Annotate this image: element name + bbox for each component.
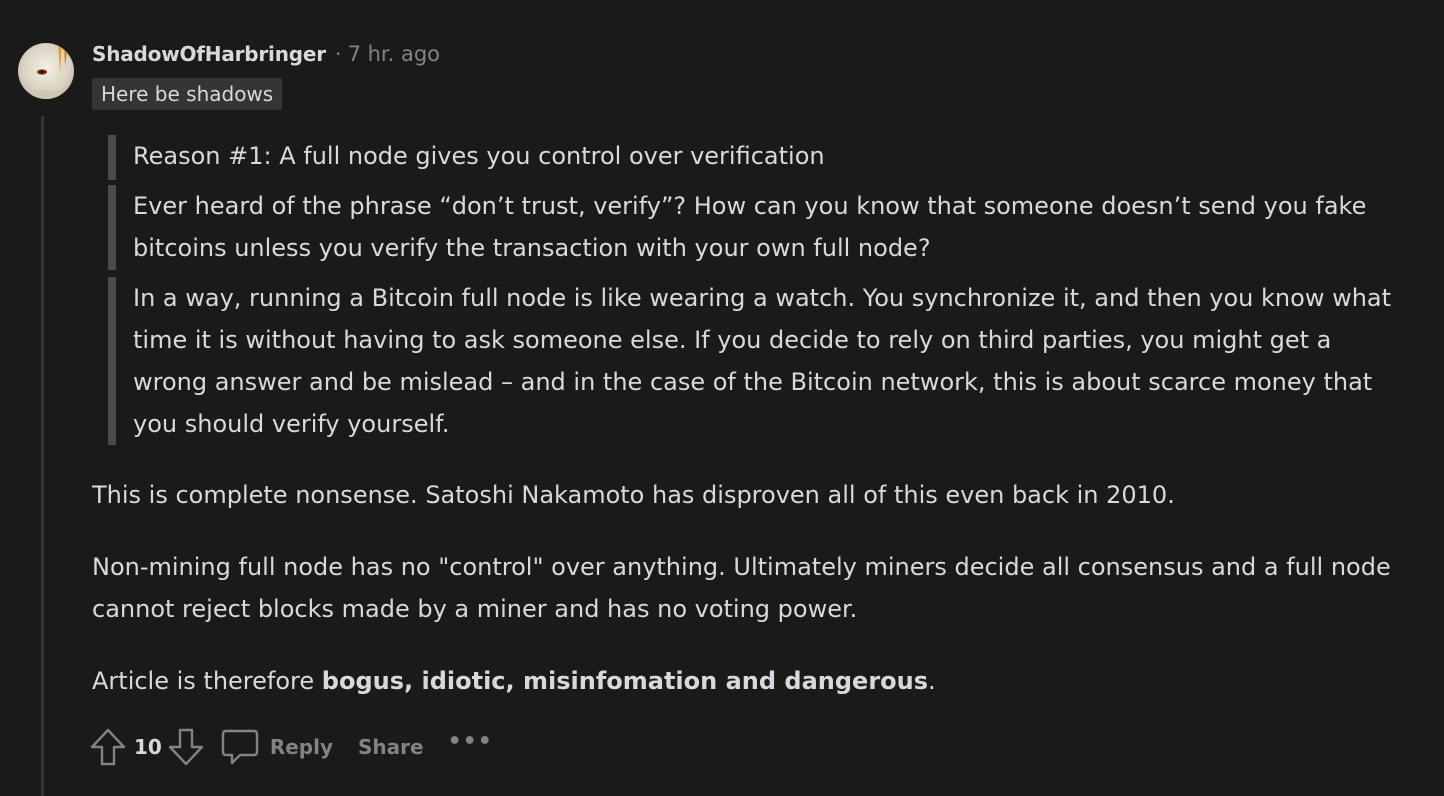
speech-bubble-icon [221, 729, 259, 765]
upvote-arrow-icon [90, 728, 126, 766]
comment-paragraph: Non-mining full node has no "control" ov… [92, 553, 1391, 623]
timestamp[interactable]: 7 hr. ago [348, 42, 440, 66]
quote-text: Reason #1: A full node gives you control… [133, 142, 825, 170]
user-flair: Here be shadows [92, 78, 283, 110]
username[interactable]: ShadowOfHarbringer [92, 42, 326, 66]
action-bar: 10 Reply Share ••• [86, 724, 493, 770]
reply-label: Reply [269, 735, 334, 759]
blockquote: Ever heard of the phrase “don’t trust, v… [108, 185, 1398, 270]
comment-paragraph-final: Article is therefore bogus, idiotic, mis… [92, 660, 1392, 702]
vote-count: 10 [134, 735, 162, 759]
avatar-image [18, 43, 74, 99]
upvote-button[interactable] [86, 725, 130, 769]
avatar[interactable] [18, 43, 74, 99]
quote-text: Ever heard of the phrase “don’t trust, v… [133, 192, 1367, 262]
final-prefix: Article is therefore [92, 667, 322, 695]
quote-text: In a way, running a Bitcoin full node is… [133, 284, 1392, 438]
downvote-button[interactable] [164, 725, 208, 769]
thread-line[interactable] [41, 116, 44, 796]
comment: ShadowOfHarbringer · 7 hr. ago Here be s… [0, 0, 1444, 796]
blockquote: In a way, running a Bitcoin full node is… [108, 277, 1398, 445]
comment-paragraph: This is complete nonsense. Satoshi Nakam… [92, 481, 1175, 509]
blockquote: Reason #1: A full node gives you control… [108, 135, 1398, 180]
separator: · [334, 42, 342, 66]
more-dots-icon[interactable]: ••• [448, 729, 493, 754]
final-bold-text: bogus, idiotic, misinfomation and danger… [321, 667, 929, 695]
comment-header: ShadowOfHarbringer · 7 hr. ago [92, 38, 440, 70]
downvote-arrow-icon [168, 728, 204, 766]
final-suffix: . [928, 667, 936, 695]
share-button[interactable]: Share [358, 735, 424, 759]
reply-button[interactable]: Reply [220, 728, 333, 766]
